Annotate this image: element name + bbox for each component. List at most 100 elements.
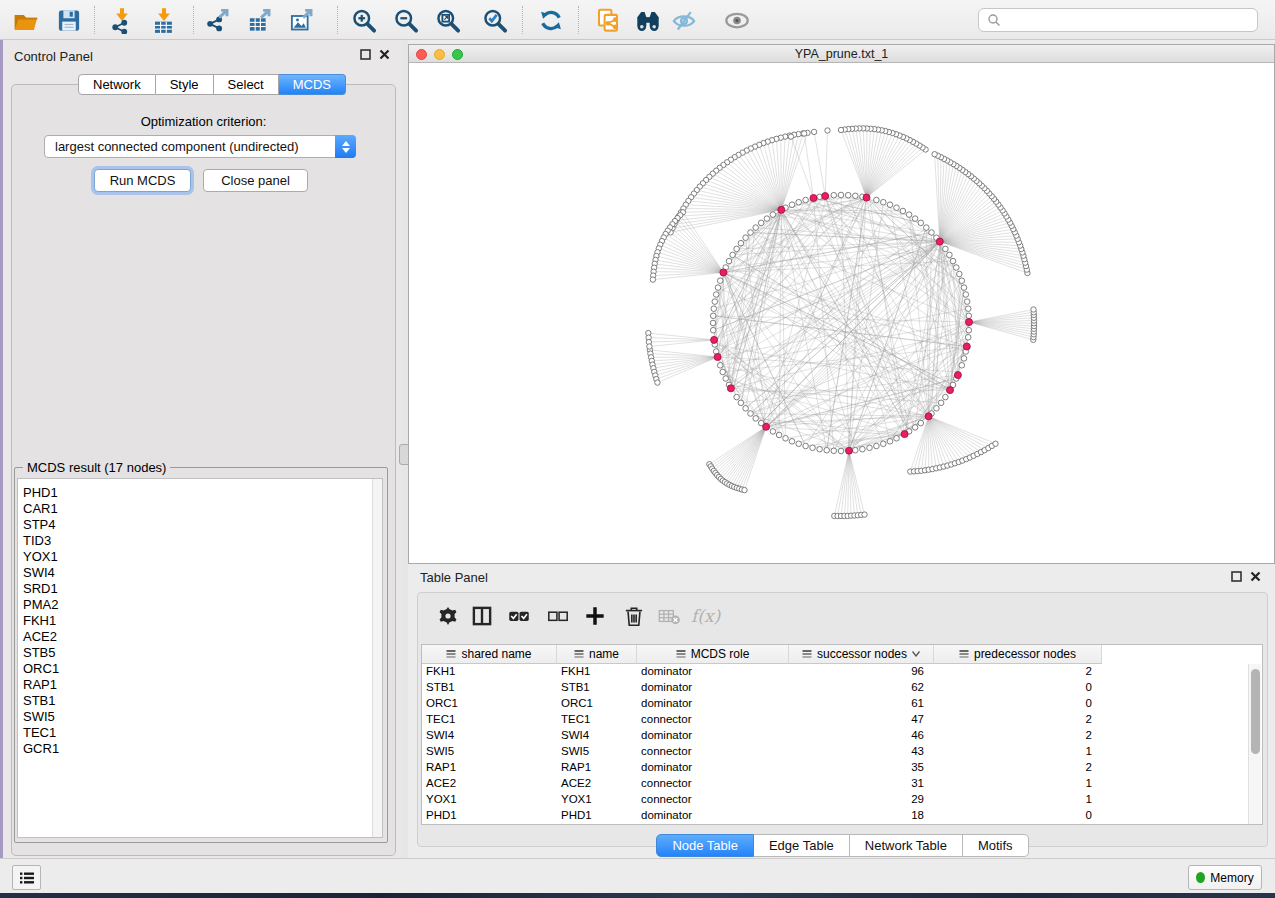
graph-node[interactable]: [964, 299, 970, 305]
open-file-icon[interactable]: [12, 7, 40, 34]
graph-leaf-node[interactable]: [825, 128, 830, 133]
graph-hub-node[interactable]: [966, 319, 973, 326]
tab-select[interactable]: Select: [214, 74, 279, 95]
table-scrollbar[interactable]: [1248, 664, 1261, 824]
graph-node[interactable]: [783, 436, 789, 442]
graph-node[interactable]: [789, 439, 795, 445]
graph-node[interactable]: [738, 240, 744, 246]
clone-network-icon[interactable]: [594, 7, 622, 34]
tab-style[interactable]: Style: [156, 74, 214, 95]
graph-hub-node[interactable]: [846, 447, 853, 454]
graph-node[interactable]: [961, 356, 967, 362]
close-panel-icon[interactable]: [379, 49, 390, 60]
list-item[interactable]: YOX1: [23, 549, 59, 565]
refresh-icon[interactable]: [537, 7, 565, 34]
delete-icon[interactable]: [621, 603, 647, 629]
graph-node[interactable]: [959, 278, 965, 284]
graph-node[interactable]: [874, 197, 880, 203]
graph-node[interactable]: [965, 306, 971, 312]
graph-node[interactable]: [723, 376, 729, 382]
graph-node[interactable]: [957, 271, 963, 277]
table-scrollbar-thumb[interactable]: [1251, 669, 1260, 754]
show-hide-icon[interactable]: [670, 7, 698, 34]
graph-node[interactable]: [734, 246, 740, 252]
list-item[interactable]: PHD1: [23, 485, 59, 501]
column-header-name[interactable]: name: [557, 645, 637, 664]
table-row[interactable]: PHD1PHD1dominator180: [422, 808, 1102, 824]
graph-leaf-node[interactable]: [993, 441, 998, 446]
graph-node[interactable]: [764, 216, 770, 222]
graph-node[interactable]: [947, 252, 953, 258]
graph-hub-node[interactable]: [954, 372, 961, 379]
graph-node[interactable]: [831, 192, 837, 198]
first-neighbors-icon[interactable]: [634, 7, 662, 34]
list-item[interactable]: SWI4: [23, 565, 59, 581]
list-item[interactable]: SRD1: [23, 581, 59, 597]
export-table-icon[interactable]: [246, 7, 274, 34]
graph-node[interactable]: [717, 278, 723, 284]
table-row[interactable]: SWI5SWI5connector431: [422, 744, 1102, 760]
graph-leaf-node[interactable]: [862, 512, 867, 517]
graph-node[interactable]: [912, 216, 918, 222]
graph-leaf-node[interactable]: [655, 380, 660, 385]
graph-node[interactable]: [753, 416, 759, 422]
graph-node[interactable]: [710, 320, 716, 326]
graph-node[interactable]: [966, 327, 972, 333]
graph-node[interactable]: [874, 443, 880, 449]
graph-node[interactable]: [959, 363, 965, 369]
graph-node[interactable]: [954, 265, 960, 271]
graph-hub-node[interactable]: [763, 423, 770, 430]
list-item[interactable]: STB1: [23, 693, 59, 709]
table-row[interactable]: SWI4SWI4dominator462: [422, 728, 1102, 744]
list-item[interactable]: STP4: [23, 517, 59, 533]
graph-node[interactable]: [853, 447, 859, 453]
import-network-icon[interactable]: [108, 7, 136, 34]
graph-hub-node[interactable]: [925, 413, 932, 420]
search-input[interactable]: [978, 8, 1258, 32]
graph-hub-node[interactable]: [936, 238, 943, 245]
tab-node-table[interactable]: Node Table: [656, 834, 754, 857]
graph-node[interactable]: [758, 220, 764, 226]
table-row[interactable]: YOX1YOX1connector291: [422, 792, 1102, 808]
graph-leaf-node[interactable]: [788, 134, 793, 139]
graph-hub-node[interactable]: [963, 343, 970, 350]
graph-node[interactable]: [966, 313, 972, 319]
graph-node[interactable]: [803, 443, 809, 449]
list-item[interactable]: ACE2: [23, 629, 59, 645]
graph-node[interactable]: [943, 246, 949, 252]
graph-node[interactable]: [715, 285, 721, 291]
table-row[interactable]: ACE2ACE2connector311: [422, 776, 1102, 792]
zoom-fit-icon[interactable]: [434, 7, 462, 34]
column-header-predecessor-nodes[interactable]: predecessor nodes: [934, 645, 1102, 664]
network-graph[interactable]: [409, 63, 1274, 563]
graph-node[interactable]: [770, 212, 776, 218]
graph-node[interactable]: [712, 299, 718, 305]
graph-node[interactable]: [929, 230, 935, 236]
graph-node[interactable]: [748, 230, 754, 236]
tab-edge-table[interactable]: Edge Table: [754, 834, 850, 857]
list-item[interactable]: FKH1: [23, 613, 59, 629]
graph-node[interactable]: [717, 363, 723, 369]
tab-mcds[interactable]: MCDS: [279, 74, 346, 95]
graph-node[interactable]: [803, 197, 809, 203]
column-header-MCDS-role[interactable]: MCDS role: [637, 645, 789, 664]
graph-node[interactable]: [894, 205, 900, 211]
tab-network[interactable]: Network: [78, 74, 156, 95]
graph-node[interactable]: [961, 285, 967, 291]
graph-node[interactable]: [853, 193, 859, 199]
list-item[interactable]: RAP1: [23, 677, 59, 693]
graph-leaf-node[interactable]: [650, 277, 655, 282]
list-item[interactable]: TID3: [23, 533, 59, 549]
graph-node[interactable]: [938, 400, 944, 406]
graph-node[interactable]: [887, 439, 893, 445]
graph-node[interactable]: [912, 425, 918, 431]
list-item[interactable]: STB5: [23, 645, 59, 661]
graph-node[interactable]: [860, 446, 866, 452]
graph-node[interactable]: [743, 235, 749, 241]
show-columns-icon[interactable]: [469, 603, 495, 629]
import-table-icon[interactable]: [150, 7, 178, 34]
graph-hub-node[interactable]: [720, 269, 727, 276]
optimization-criterion-select[interactable]: largest connected component (undirected): [44, 135, 356, 158]
graph-node[interactable]: [796, 199, 802, 205]
memory-button[interactable]: Memory: [1188, 865, 1262, 890]
